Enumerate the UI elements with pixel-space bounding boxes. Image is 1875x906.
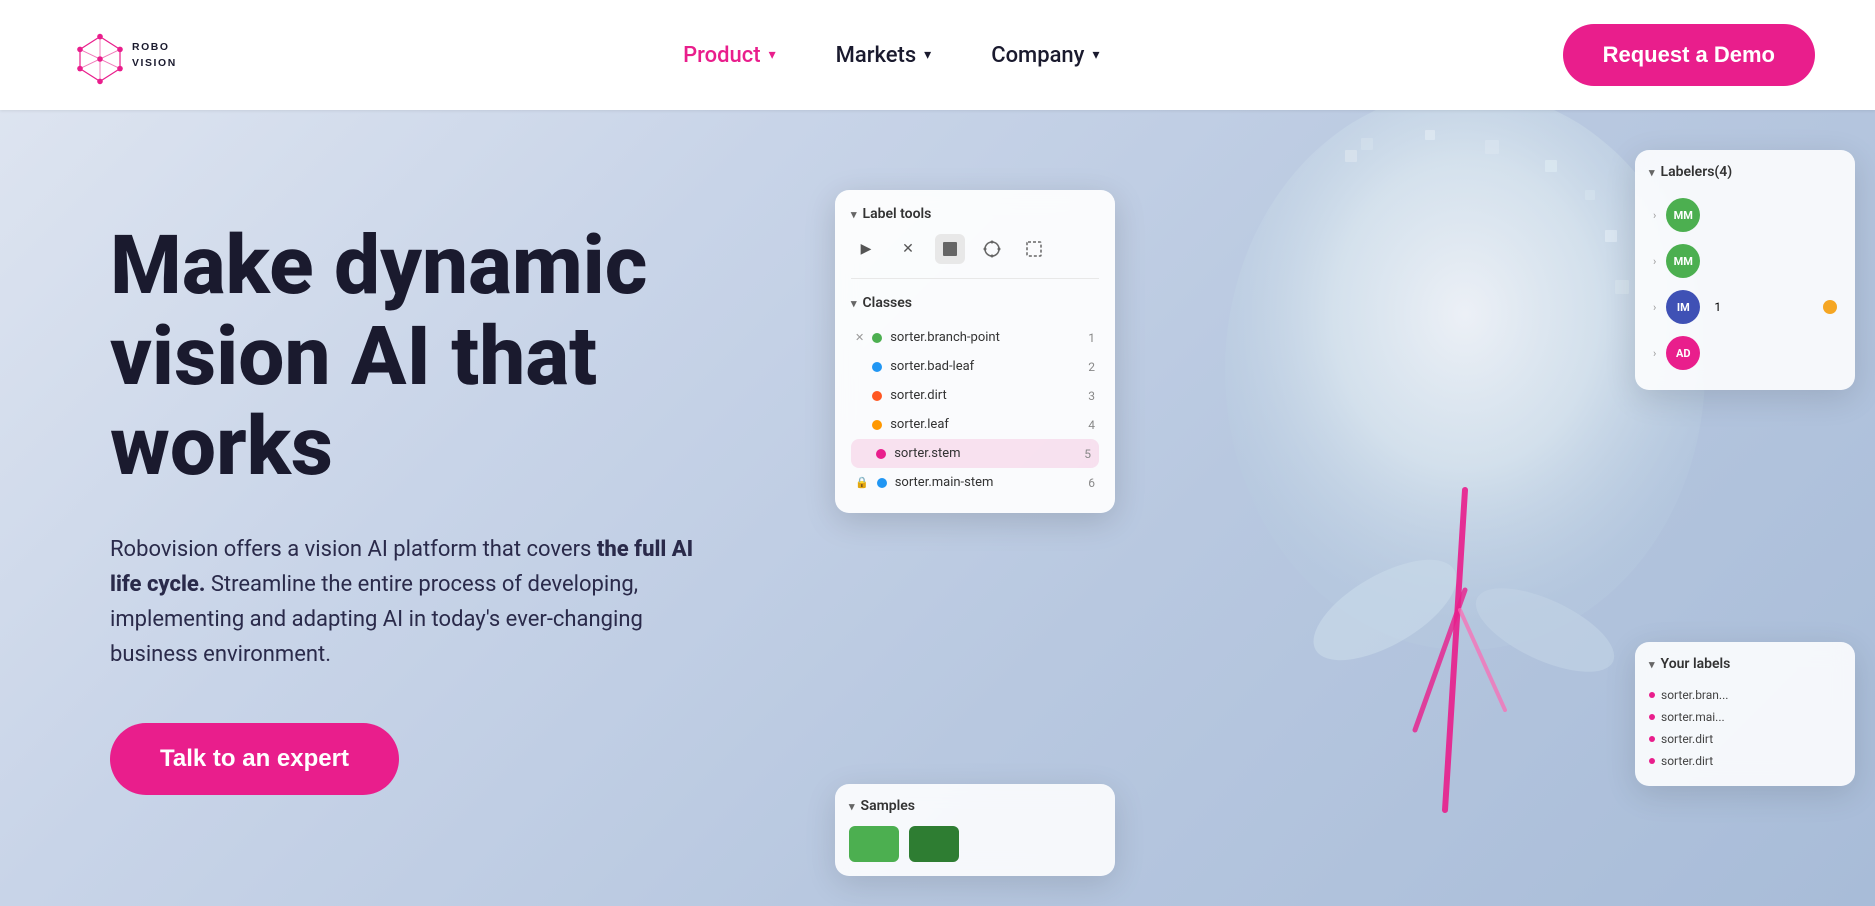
class-color-dot (872, 362, 882, 372)
class-color-dot (872, 333, 882, 343)
chevron-right-icon: › (1653, 347, 1656, 360)
talk-to-expert-button[interactable]: Talk to an expert (110, 723, 399, 795)
hero-section: Make dynamic vision AI that works Robovi… (0, 110, 1875, 906)
bbox-tool[interactable] (1019, 234, 1049, 264)
chevron-down-icon: ▾ (769, 47, 776, 63)
classes-section: ▾ Classes ✕ sorter.branch-point 1 ✕ sort… (851, 295, 1099, 497)
navbar: ROBO VISION Product ▾ Markets ▾ Company … (0, 0, 1875, 110)
class-item[interactable]: 🔒 sorter.main-stem 6 (851, 468, 1099, 497)
samples-panel: ▾ Samples (835, 784, 1115, 876)
avatar: IM (1666, 290, 1700, 324)
request-demo-button[interactable]: Request a Demo (1563, 24, 1815, 86)
nav-item-product[interactable]: Product ▾ (683, 43, 776, 68)
label-item: sorter.dirt (1649, 750, 1841, 772)
sample-chips (849, 826, 1101, 862)
hero-description: Robovision offers a vision AI platform t… (110, 532, 720, 673)
labelers-panel: ▾ Labelers(4) › MM › MM › IM 1 › AD (1635, 150, 1855, 390)
label-dot (1649, 692, 1655, 698)
label-tools-title: ▾ Label tools (851, 206, 1099, 222)
label-item: sorter.mai... (1649, 706, 1841, 728)
class-color-dot (872, 391, 882, 401)
label-tools-icons: ▶ ✕ (851, 234, 1099, 279)
nav-item-markets[interactable]: Markets ▾ (836, 43, 932, 68)
classes-title: ▾ Classes (851, 295, 1099, 311)
close-tool[interactable]: ✕ (893, 234, 923, 264)
class-item-selected[interactable]: ✕ sorter.stem 5 (851, 439, 1099, 468)
your-labels-panel: ▾ Your labels sorter.bran... sorter.mai.… (1635, 642, 1855, 786)
avatar: MM (1666, 198, 1700, 232)
labeler-item[interactable]: › MM (1649, 238, 1841, 284)
class-item[interactable]: ✕ sorter.dirt 3 (851, 381, 1099, 410)
label-tools-panel: ▾ Label tools ▶ ✕ ▾ Classes (835, 190, 1115, 513)
class-item[interactable]: ✕ sorter.leaf 4 (851, 410, 1099, 439)
hero-content: Make dynamic vision AI that works Robovi… (0, 221, 720, 794)
chevron-right-icon: › (1653, 255, 1656, 268)
chevron-down-icon: ▾ (924, 47, 931, 63)
labeler-item[interactable]: › MM (1649, 192, 1841, 238)
sample-chip[interactable] (909, 826, 959, 862)
chevron-down-icon: ▾ (849, 800, 855, 813)
chevron-right-icon: › (1653, 209, 1656, 222)
class-item[interactable]: ✕ sorter.branch-point 1 (851, 323, 1099, 352)
chevron-down-icon: ▾ (1092, 47, 1099, 63)
chevron-right-icon: › (1653, 301, 1656, 314)
label-item: sorter.bran... (1649, 684, 1841, 706)
hero-visual: ▾ Label tools ▶ ✕ ▾ Classes (775, 110, 1875, 906)
avatar: AD (1666, 336, 1700, 370)
svg-text:VISION: VISION (132, 58, 177, 69)
class-color-dot (877, 478, 887, 488)
label-dot (1649, 758, 1655, 764)
labeler-item[interactable]: › IM 1 (1649, 284, 1841, 330)
notification-badge (1823, 300, 1837, 314)
samples-title: ▾ Samples (849, 798, 1101, 814)
chevron-down-icon: ▾ (1649, 658, 1655, 671)
labeler-item[interactable]: › AD (1649, 330, 1841, 376)
your-labels-title: ▾ Your labels (1649, 656, 1841, 672)
sample-chip[interactable] (849, 826, 899, 862)
label-item: sorter.dirt (1649, 728, 1841, 750)
labelers-title: ▾ Labelers(4) (1649, 164, 1841, 180)
label-dot (1649, 714, 1655, 720)
nav-item-company[interactable]: Company ▾ (991, 43, 1099, 68)
logo[interactable]: ROBO VISION (60, 15, 220, 95)
pointer-tool[interactable]: ▶ (851, 234, 881, 264)
chevron-down-icon: ▾ (1649, 166, 1655, 179)
chevron-down-icon: ▾ (851, 208, 857, 221)
nav-links: Product ▾ Markets ▾ Company ▾ (683, 43, 1099, 68)
rectangle-tool[interactable] (935, 234, 965, 264)
class-color-dot (872, 420, 882, 430)
class-color-dot (876, 449, 886, 459)
polygon-tool[interactable] (977, 234, 1007, 264)
chevron-down-icon: ▾ (851, 297, 857, 310)
label-dot (1649, 736, 1655, 742)
avatar: MM (1666, 244, 1700, 278)
svg-text:ROBO: ROBO (132, 42, 170, 53)
hero-title: Make dynamic vision AI that works (110, 221, 720, 492)
class-item[interactable]: ✕ sorter.bad-leaf 2 (851, 352, 1099, 381)
